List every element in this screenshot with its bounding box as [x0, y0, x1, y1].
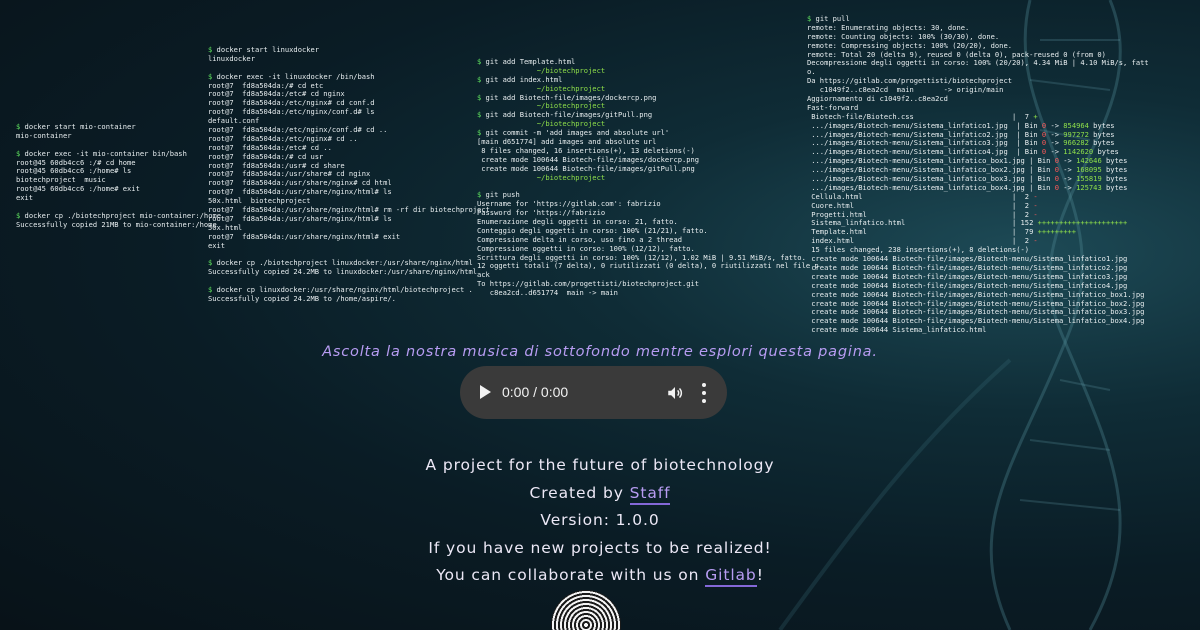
terminal-log-git-pull: $ git pull remote: Enumerating objects: 3…	[807, 14, 1149, 335]
terminal-line: ~/biotechproject	[477, 172, 606, 182]
terminal-line: Successfully copied 24.2MB to linuxdocke…	[208, 267, 478, 277]
terminal-line: exit	[208, 240, 226, 250]
fingerprint-logo	[551, 590, 621, 630]
terminal-line: root@7 fd8a504da:/usr/share/nginx/html# …	[208, 231, 401, 241]
terminal-line: Aggiornamento di c1049f2..c8ea2cd	[807, 94, 948, 104]
audio-player[interactable]: 0:00 / 0:00	[460, 366, 727, 419]
terminal-line: root@45 60db4cc6 :/home# exit	[16, 184, 140, 194]
created-by-line: Created by Staff	[0, 480, 1200, 508]
music-caption: Ascolta la nostra musica di sottofondo m…	[322, 344, 878, 360]
terminal-line: mio-container	[16, 130, 72, 140]
page-background: $ docker start mio-container mio-containe…	[0, 0, 1200, 630]
terminal-log-docker-linuxdocker: $ docker start linuxdocker linuxdocker $ …	[208, 45, 490, 304]
created-by-label: Created by	[529, 483, 630, 502]
terminal-log-git-push: $ git add Template.html ~/biotechproject…	[477, 57, 819, 298]
terminal-line: linuxdocker	[208, 53, 255, 63]
terminal-line: c8ea2cd..d651774 main -> main	[477, 288, 618, 298]
collaborate-suffix: !	[756, 566, 764, 585]
terminal-line: Decompressione degli oggetti in corso: 1…	[807, 58, 1149, 68]
terminal-log-docker-mio-container: $ docker start mio-container mio-containe…	[16, 122, 221, 230]
version-label: Version: 1.0.0	[540, 511, 660, 530]
new-projects-line: If you have new projects to be realized!	[428, 538, 772, 557]
terminal-line: root@7 fd8a504da:/usr/share/nginx/html# …	[208, 213, 392, 223]
project-info: A project for the future of biotechnolog…	[0, 452, 1200, 590]
terminal-line: Successfully copied 24.2MB to /home/aspi…	[208, 293, 396, 303]
staff-link[interactable]: Staff	[629, 483, 671, 505]
more-vertical-icon[interactable]	[701, 383, 707, 403]
play-icon[interactable]	[480, 385, 491, 399]
terminal-line: create mode 100644 Sistema_linfatico.htm…	[807, 325, 987, 335]
audio-time: 0:00 / 0:00	[502, 384, 569, 400]
collaborate-line: You can collaborate with us on Gitlab!	[0, 562, 1200, 590]
gitlab-link[interactable]: Gitlab	[705, 566, 757, 588]
terminal-line: exit	[16, 193, 34, 203]
volume-icon[interactable]	[666, 384, 684, 402]
terminal-line: 12 oggetti totali (7 delta), 0 riutilizz…	[477, 261, 819, 271]
terminal-line: Successfully copied 21MB to mio-containe…	[16, 219, 217, 229]
tagline: A project for the future of biotechnolog…	[425, 456, 775, 474]
collaborate-label: You can collaborate with us on	[436, 566, 706, 585]
